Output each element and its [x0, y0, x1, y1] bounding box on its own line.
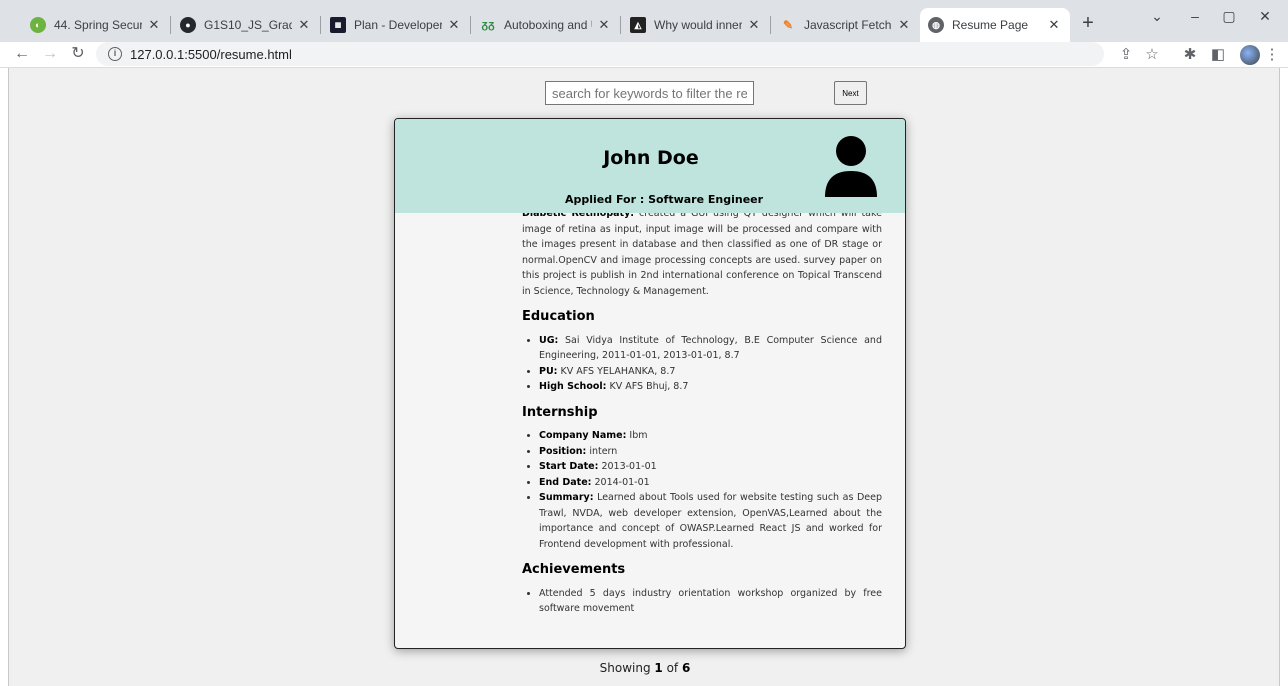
browser-toolbar: ← → ↻ i 127.0.0.1:5500/resume.html ⇪ ☆ ✱…: [0, 42, 1288, 68]
internship-heading: Internship: [522, 404, 598, 420]
pagination-prefix: Showing: [599, 661, 651, 675]
dev-icon: ▦: [330, 17, 346, 33]
list-item: Attended 5 days industry orientation wor…: [539, 586, 882, 617]
resume-body: Diabetic Retinopaty: created a GUI using…: [522, 206, 882, 617]
item-label: Start Date:: [539, 461, 599, 472]
item-label: High School:: [539, 381, 607, 392]
restore-icon[interactable]: ▢: [1214, 8, 1244, 25]
item-value: 2013-01-01: [601, 461, 657, 472]
tab-separator: [320, 16, 321, 34]
back-icon[interactable]: ←: [12, 45, 32, 63]
share-icon[interactable]: ⇪: [1116, 46, 1136, 64]
new-tab-button[interactable]: +: [1076, 12, 1100, 35]
tab-title: 44. Spring Security FA: [54, 18, 142, 32]
education-heading: Education: [522, 309, 595, 324]
list-item: Company Name: Ibm: [539, 428, 882, 444]
item-value: Sai Vidya Institute of Technology, B.E C…: [539, 334, 882, 362]
browser-tab-5[interactable]: ◭ Why would innerHTM ✕: [622, 8, 770, 42]
item-value: intern: [589, 445, 618, 457]
side-panel-icon[interactable]: ◧: [1208, 46, 1228, 64]
profile-user-icon: [825, 136, 877, 197]
tab-title: Resume Page: [952, 18, 1029, 32]
minimize-icon[interactable]: –: [1180, 8, 1210, 24]
list-item: Position: intern: [539, 444, 882, 460]
search-input[interactable]: [545, 81, 754, 105]
gfg-icon: ᵹᵹ: [481, 19, 495, 31]
close-tab-icon[interactable]: ✕: [596, 17, 612, 33]
tab-title: Why would innerHTM: [654, 18, 742, 32]
tab-separator: [170, 16, 171, 34]
browser-tab-4[interactable]: ᵹᵹ Autoboxing and Unbo ✕: [472, 8, 620, 42]
pagination-status: Showing 1 of 6: [9, 661, 1281, 675]
item-value: KV AFS YELAHANKA, 8.7: [560, 365, 676, 377]
item-label: UG:: [539, 334, 559, 346]
extensions-icon[interactable]: ✱: [1180, 46, 1200, 64]
stack-icon: ◭: [630, 17, 646, 33]
list-item: PU: KV AFS YELAHANKA, 8.7: [539, 364, 882, 380]
item-label: Company Name:: [539, 430, 627, 441]
tab-title: Autoboxing and Unbo: [504, 18, 592, 32]
address-bar[interactable]: i 127.0.0.1:5500/resume.html: [96, 42, 1104, 66]
list-item: UG: Sai Vidya Institute of Technology, B…: [539, 333, 882, 364]
tab-search-icon[interactable]: ⌄: [1142, 8, 1172, 25]
tab-title: G1S10_JS_GradedProj: [204, 18, 292, 32]
profile-avatar[interactable]: [1240, 45, 1260, 65]
list-item: End Date: 2014-01-01: [539, 475, 882, 491]
project-summary: created a GUI using QT designer which wi…: [522, 208, 883, 297]
bookmark-star-icon[interactable]: ☆: [1142, 46, 1162, 64]
list-item: Start Date: 2013-01-01: [539, 459, 882, 475]
internship-list: Company Name: Ibm Position: intern Start…: [539, 428, 882, 552]
close-tab-icon[interactable]: ✕: [746, 17, 762, 33]
info-icon[interactable]: i: [108, 47, 122, 61]
achievements-list: Attended 5 days industry orientation wor…: [539, 586, 882, 617]
resume-header: John Doe Applied For : Software Engineer: [395, 119, 905, 213]
project-paragraph: Diabetic Retinopaty: created a GUI using…: [522, 206, 882, 299]
url-text: 127.0.0.1:5500/resume.html: [130, 46, 292, 62]
next-button[interactable]: Next: [834, 81, 867, 105]
globe-icon: ◍: [928, 17, 944, 33]
pagination-middle: of: [666, 661, 679, 675]
menu-icon[interactable]: ⋮: [1262, 46, 1282, 64]
close-tab-icon[interactable]: ✕: [446, 17, 462, 33]
pencil-icon: ✎: [782, 18, 794, 32]
close-window-icon[interactable]: ✕: [1250, 8, 1280, 25]
education-list: UG: Sai Vidya Institute of Technology, B…: [539, 333, 882, 395]
browser-tab-3[interactable]: ▦ Plan - Developer Skills ✕: [322, 8, 470, 42]
tab-title: Javascript Fetch API -: [804, 18, 892, 32]
close-tab-icon[interactable]: ✕: [146, 17, 162, 33]
tab-title: Plan - Developer Skills: [354, 18, 442, 32]
achievements-heading: Achievements: [522, 562, 626, 577]
item-label: PU:: [539, 365, 558, 377]
browser-tab-1[interactable]: ◐ 44. Spring Security FA ✕: [22, 8, 170, 42]
tab-separator: [620, 16, 621, 34]
item-label: End Date:: [539, 476, 592, 488]
forward-icon[interactable]: →: [40, 45, 60, 63]
spring-icon: ◐: [30, 17, 46, 33]
github-icon: ●: [180, 17, 196, 33]
close-tab-icon[interactable]: ✕: [296, 17, 312, 33]
resume-card: John Doe Applied For : Software Engineer…: [394, 118, 906, 649]
item-label: Summary:: [539, 492, 594, 503]
tab-separator: [770, 16, 771, 34]
browser-tab-6[interactable]: ✎ Javascript Fetch API - ✕: [772, 8, 920, 42]
list-item: Summary: Learned about Tools used for we…: [539, 490, 882, 552]
item-value: Ibm: [629, 430, 648, 441]
pagination-total: 6: [682, 661, 691, 675]
item-value: 2014-01-01: [594, 476, 650, 488]
browser-tab-2[interactable]: ● G1S10_JS_GradedProj ✕: [172, 8, 320, 42]
list-item: High School: KV AFS Bhuj, 8.7: [539, 379, 882, 395]
tab-separator: [470, 16, 471, 34]
reload-icon[interactable]: ↻: [68, 45, 88, 63]
pagination-current: 1: [654, 661, 663, 675]
item-value: KV AFS Bhuj, 8.7: [609, 381, 689, 392]
tab-strip: ◐ 44. Spring Security FA ✕ ● G1S10_JS_Gr…: [0, 0, 1288, 42]
browser-tab-active[interactable]: ◍ Resume Page ✕: [920, 8, 1070, 42]
applied-for: Applied For : Software Engineer: [565, 193, 764, 206]
close-tab-icon[interactable]: ✕: [1046, 17, 1062, 33]
item-label: Position:: [539, 445, 587, 457]
close-tab-icon[interactable]: ✕: [896, 17, 912, 33]
page-viewport: Next John Doe Applied For : Software Eng…: [8, 68, 1280, 686]
